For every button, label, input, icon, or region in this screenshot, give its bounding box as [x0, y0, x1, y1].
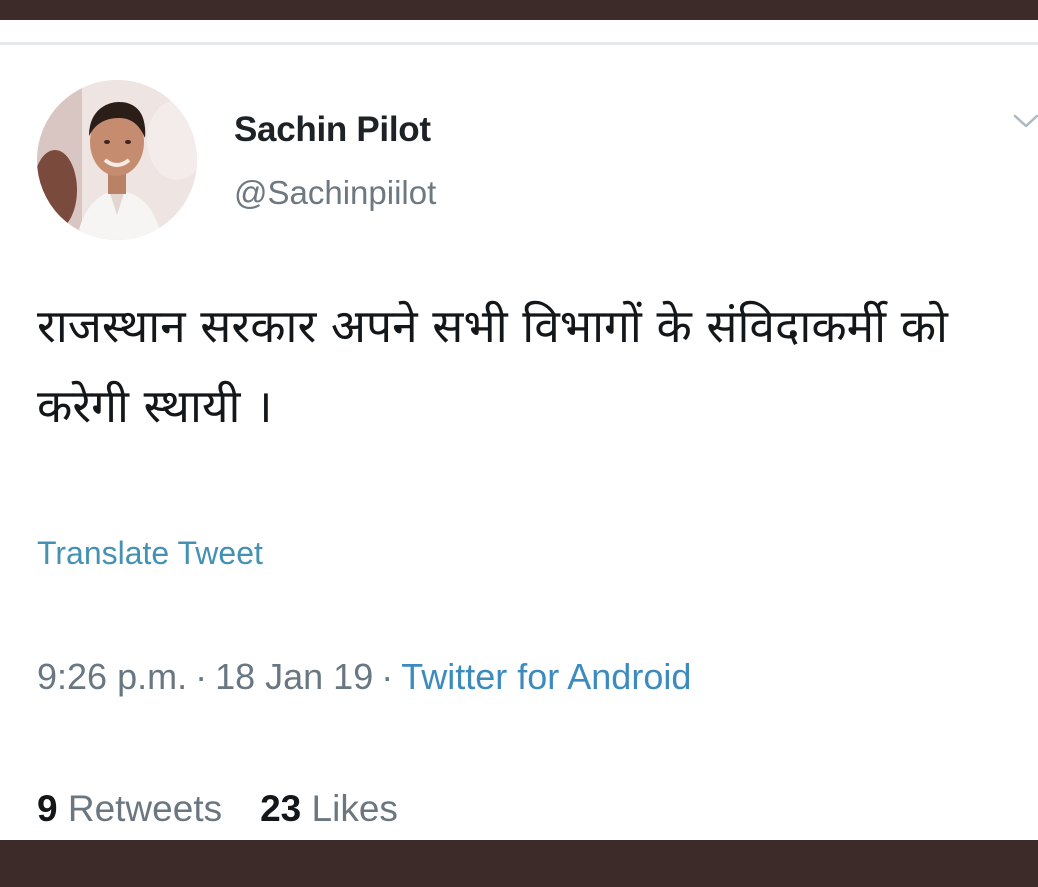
author-name[interactable]: Sachin Pilot: [234, 110, 431, 150]
chevron-down-icon[interactable]: [1012, 110, 1038, 132]
meta-separator: ·: [195, 656, 208, 697]
likes-label: Likes: [311, 788, 398, 829]
likes-count: 23: [260, 788, 302, 829]
translate-tweet-link[interactable]: Translate Tweet: [37, 535, 263, 572]
retweets-count: 9: [37, 788, 58, 829]
tweet-text: राजस्थान सरकार अपने सभी विभागों के संविद…: [37, 299, 948, 433]
tweet-stats: 9 Retweets 23 Likes: [37, 788, 398, 830]
retweets-label: Retweets: [67, 788, 223, 829]
tweet-source-link[interactable]: Twitter for Android: [401, 656, 691, 697]
image-frame-bottom: [0, 840, 1038, 887]
profile-photo-icon: [37, 80, 197, 240]
retweets-stat[interactable]: 9 Retweets: [37, 788, 222, 829]
meta-separator: ·: [381, 656, 394, 697]
author-handle[interactable]: @Sachinpiilot: [234, 174, 436, 212]
likes-stat[interactable]: 23 Likes: [260, 788, 398, 829]
tweet-date: 18 Jan 19: [215, 656, 374, 697]
tweet-time: 9:26 p.m.: [37, 656, 188, 697]
divider: [0, 42, 1038, 45]
image-frame-top: [0, 0, 1038, 20]
tweet-metadata: 9:26 p.m. · 18 Jan 19 · Twitter for Android: [37, 656, 691, 698]
avatar[interactable]: [37, 80, 197, 240]
